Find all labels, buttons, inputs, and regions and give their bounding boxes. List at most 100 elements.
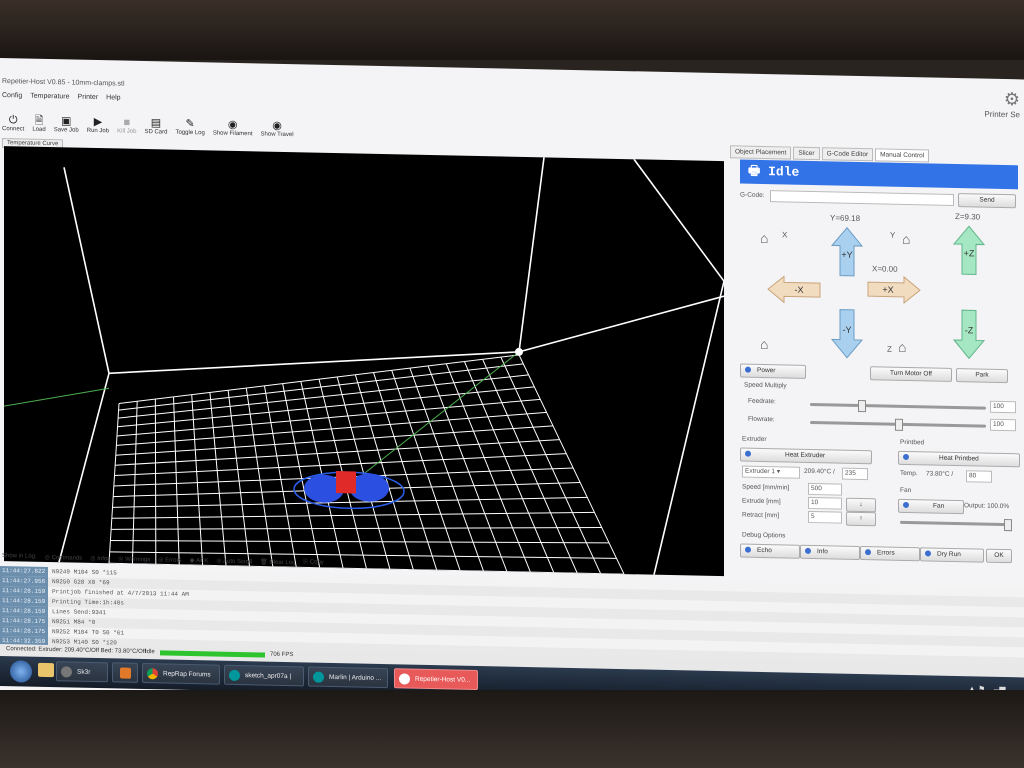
turn-motor-off-button[interactable]: Turn Motor Off — [870, 366, 952, 382]
retract-label: Retract [mm] — [742, 511, 780, 520]
fan-slider[interactable] — [900, 519, 1012, 532]
feedrate-input[interactable]: 100 — [990, 400, 1016, 414]
debug-errors-button[interactable]: Errors — [860, 546, 920, 562]
taskbar-item-chrome[interactable]: RepRap Forums :... — [142, 662, 220, 698]
flowrate-label: Flowrate: — [748, 415, 775, 424]
toggle-log-button[interactable]: ✎ Toggle Log — [175, 108, 204, 136]
svg-text:+Y: +Y — [841, 250, 852, 260]
jog-minus-x-button[interactable]: -X — [766, 274, 822, 305]
jog-minus-z-button[interactable]: -Z — [952, 308, 986, 361]
3d-viewport[interactable] — [3, 146, 725, 577]
bed-target-input[interactable]: 80 — [966, 470, 992, 483]
ok-button[interactable]: OK — [986, 548, 1012, 564]
repetier-icon — [399, 673, 410, 685]
show-filament-button[interactable]: ◉ Show Filament — [213, 108, 253, 138]
retract-button[interactable]: ↑ — [846, 511, 876, 527]
taskbar-item-sk3r[interactable]: Sk3r — [56, 661, 108, 683]
stop-icon: ■ — [123, 116, 131, 129]
fps-counter: 706 FPS — [270, 651, 294, 659]
svg-text:-Z: -Z — [965, 325, 974, 335]
manual-control-panel: Object Placement Slicer G-Code Editor Ma… — [730, 145, 1024, 601]
jog-minus-y-button[interactable]: -Y — [830, 307, 864, 360]
menu-temperature[interactable]: Temperature — [30, 93, 69, 106]
menu-config[interactable]: Config — [2, 92, 22, 104]
printer-icon: 🖶 — [748, 163, 761, 179]
heat-printbed-button[interactable]: Heat Printbed — [898, 450, 1020, 468]
tab-manual-control[interactable]: Manual Control — [875, 148, 930, 163]
tab-gcode-editor[interactable]: G-Code Editor — [821, 147, 874, 162]
extrude-label: Extrude [mm] — [742, 497, 781, 506]
retract-input[interactable]: 5 — [808, 510, 842, 524]
bed-temp-label: Temp. — [900, 469, 918, 478]
eye-icon: ◉ — [272, 119, 282, 132]
home-x-icon[interactable]: ⌂ — [760, 230, 768, 246]
log-filter-ack[interactable]: ◉ ACK — [190, 557, 209, 569]
feedrate-slider[interactable] — [810, 399, 986, 413]
show-travel-button[interactable]: ◉ Show Travel — [261, 109, 294, 138]
log-auto-scroll[interactable]: ◎ Auto Scroll — [216, 558, 252, 571]
heat-extruder-button[interactable]: Heat Extruder — [740, 447, 872, 465]
power-button[interactable]: Power — [740, 363, 806, 379]
load-button[interactable]: 🗎 Load — [32, 105, 45, 133]
log-filter-commands[interactable]: ◎ Commands — [45, 554, 83, 567]
printer-settings-button[interactable]: ⚙ Printer Se — [984, 89, 1020, 119]
extruder-target-input[interactable]: 235 — [842, 467, 868, 481]
gcode-input[interactable] — [770, 190, 954, 206]
info-indicator — [805, 548, 811, 555]
dry-run-indicator — [925, 550, 931, 557]
plug-icon: ⏻ — [8, 114, 18, 127]
connect-button[interactable]: ⏻ Connect — [2, 104, 24, 132]
flowrate-input[interactable]: 100 — [990, 418, 1016, 432]
flowrate-slider-thumb[interactable] — [895, 418, 903, 431]
debug-dry-run-button[interactable]: Dry Run — [920, 547, 984, 563]
bed-temperature: 73.80°C / — [926, 470, 954, 478]
menu-printer[interactable]: Printer — [78, 94, 99, 106]
log-filter-infos[interactable]: ◎ Infos — [90, 555, 110, 567]
heat-printbed-indicator — [903, 454, 909, 461]
park-button[interactable]: Park — [956, 368, 1008, 384]
taskbar-item-repetier[interactable]: Repetier-Host V0... — [394, 668, 478, 691]
send-button[interactable]: Send — [958, 193, 1016, 209]
clear-log-button[interactable]: 🗑 Clear Log — [260, 558, 295, 571]
show-in-log-label: Show in Log: — [2, 553, 37, 560]
folder-icon[interactable] — [38, 662, 54, 678]
home-z-icon[interactable]: ⌂ — [898, 339, 906, 355]
fan-button[interactable]: Fan — [898, 498, 964, 515]
fan-slider-thumb[interactable] — [1004, 519, 1012, 532]
copy-log-button[interactable]: ⎘ Copy — [303, 559, 323, 571]
extrude-button[interactable]: ↓ — [846, 497, 876, 513]
debug-info-button[interactable]: Info — [800, 544, 860, 561]
jog-plus-x-button[interactable]: +X — [866, 274, 922, 305]
sd-card-button[interactable]: ▤ SD Card — [144, 107, 167, 135]
jog-plus-z-button[interactable]: +Z — [952, 224, 986, 277]
log-filter-warnings[interactable]: ◎ Warnings — [118, 555, 150, 568]
jog-plus-y-button[interactable]: +Y — [830, 225, 864, 278]
taskbar-item-arduino-sketch[interactable]: sketch_apr07a | Ar... — [224, 664, 304, 699]
tab-object-placement[interactable]: Object Placement — [730, 145, 792, 160]
run-job-button[interactable]: ▶ Run Job — [87, 106, 109, 134]
save-job-button[interactable]: ▣ Save Job — [54, 105, 79, 133]
extruder-select[interactable]: Extruder 1 ▾ — [742, 465, 800, 479]
gcode-label: G-Code: — [740, 191, 765, 200]
fan-indicator — [903, 502, 909, 509]
taskbar-item-marlin[interactable]: Marlin | Arduino ... — [308, 666, 388, 689]
arduino-icon — [313, 671, 324, 683]
debug-echo-button[interactable]: Echo — [740, 543, 800, 559]
feedrate-slider-thumb[interactable] — [857, 399, 866, 413]
home-all-icon[interactable]: ⌂ — [760, 336, 768, 352]
app-icon — [61, 666, 72, 678]
home-y-icon[interactable]: ⌂ — [902, 231, 910, 247]
log-filter-errors[interactable]: ◎ Errors — [158, 556, 181, 568]
print-volume-render — [3, 157, 725, 575]
taskbar-item-media[interactable] — [112, 662, 138, 683]
tab-slicer[interactable]: Slicer — [793, 146, 820, 161]
flowrate-slider[interactable] — [810, 418, 986, 431]
job-state: Idle — [145, 649, 155, 656]
heat-extruder-indicator — [745, 450, 751, 458]
pencil-icon: ✎ — [185, 117, 195, 131]
speed-input[interactable]: 500 — [808, 482, 842, 496]
menu-help[interactable]: Help — [106, 94, 120, 106]
kill-job-button[interactable]: ■ Kill Job — [117, 106, 136, 135]
extrude-input[interactable]: 10 — [808, 496, 842, 510]
windows-start-icon[interactable] — [10, 660, 32, 683]
